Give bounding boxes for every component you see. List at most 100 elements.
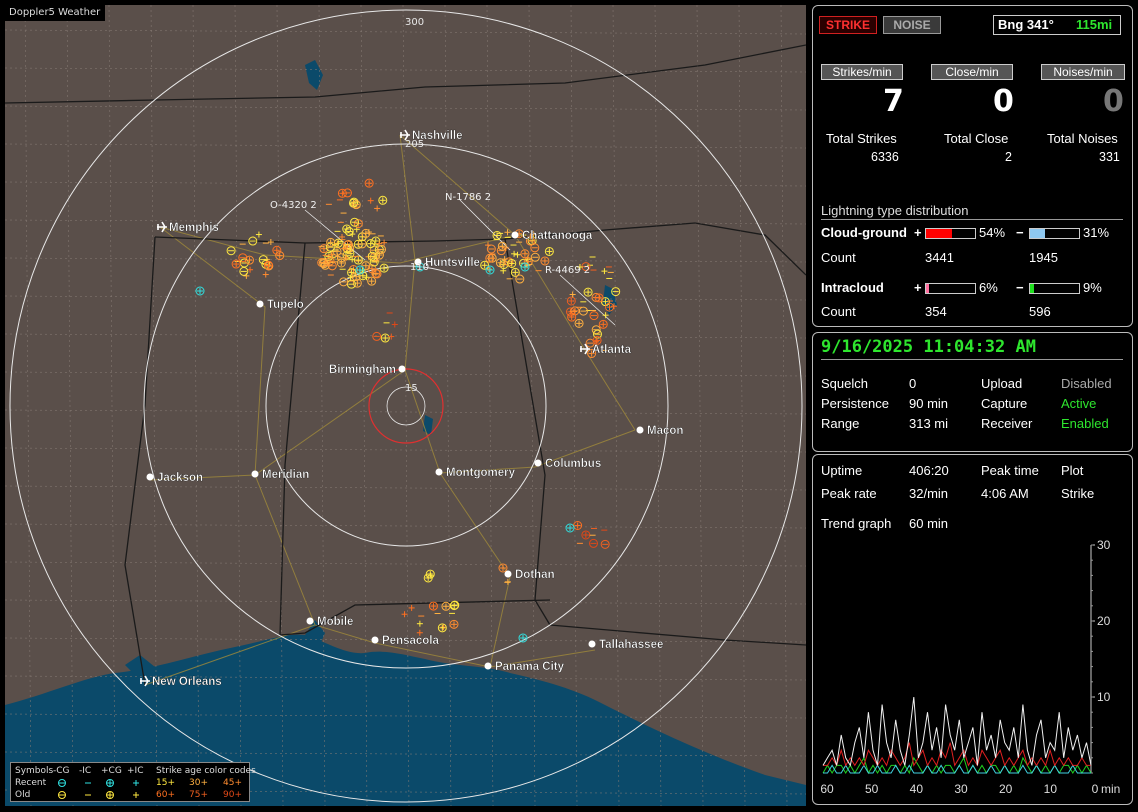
- city-dot-icon: [588, 640, 596, 648]
- bearing-readout: Bng 341° 115mi: [993, 15, 1121, 35]
- noises-per-min-button[interactable]: Noises/min: [1041, 64, 1125, 80]
- strike-marker: [600, 539, 610, 549]
- city-dot-icon: [256, 300, 264, 308]
- city-label: Chattanooga: [522, 230, 593, 242]
- strike-marker: [544, 246, 554, 256]
- strike-marker: [515, 274, 525, 284]
- storm-label: O-4320 2: [270, 200, 317, 211]
- city-marker[interactable]: Tallahassee: [588, 639, 664, 651]
- cg-positive-bar: [925, 228, 976, 239]
- app-title: Doppler5 Weather: [5, 5, 106, 21]
- city-marker[interactable]: Dothan: [504, 569, 555, 581]
- strike-marker: [367, 276, 377, 286]
- strike-marker: [485, 253, 495, 263]
- trend-x-tick-label: 10: [1044, 782, 1058, 796]
- city-marker[interactable]: Birmingham: [329, 364, 406, 376]
- strike-marker: [408, 604, 415, 611]
- strike-marker: [589, 311, 599, 321]
- city-marker[interactable]: Macon: [636, 425, 684, 437]
- strike-marker: [589, 538, 599, 548]
- strike-markers: [195, 178, 621, 643]
- strike-marker: [581, 530, 591, 540]
- city-marker[interactable]: Chattanooga: [511, 230, 593, 242]
- capture-label: Capture: [981, 396, 1028, 411]
- strike-marker: [497, 241, 507, 251]
- strike-marker: [574, 318, 584, 328]
- strike-marker: [342, 224, 352, 234]
- upload-status: Disabled: [1061, 376, 1112, 391]
- cg-minus-sign: −: [1016, 225, 1024, 240]
- strike-marker: [520, 262, 530, 272]
- strike-marker: [343, 188, 353, 198]
- ring-label: 15: [405, 383, 418, 394]
- city-label: Dothan: [515, 569, 555, 581]
- strike-marker: [355, 265, 365, 275]
- total-strikes-label: Total Strikes: [826, 131, 897, 146]
- ring-label: 300: [405, 17, 424, 28]
- trend-graph-value[interactable]: 60 min: [909, 516, 948, 531]
- lightning-map[interactable]: Nashville Memphis Chattanooga Huntsville Tup…: [5, 5, 806, 806]
- cg-plus-sign: +: [914, 225, 922, 240]
- lake: [305, 60, 323, 90]
- distribution-title: Lightning type distribution: [821, 203, 969, 218]
- strike-marker: [428, 601, 438, 611]
- plot-value[interactable]: Strike: [1061, 486, 1094, 501]
- strike-mode-button[interactable]: STRIKE: [819, 16, 877, 34]
- city-dot-icon: [398, 365, 406, 373]
- distribution-divider: [821, 219, 1123, 220]
- noise-mode-button[interactable]: NOISE: [883, 16, 941, 34]
- city-label: Tupelo: [267, 299, 304, 311]
- city-marker[interactable]: Columbus: [534, 458, 602, 470]
- close-per-min-button[interactable]: Close/min: [931, 64, 1013, 80]
- capture-status: Active: [1061, 396, 1097, 411]
- plot-label: Plot: [1061, 463, 1084, 478]
- city-label: New Orleans: [152, 676, 222, 688]
- city-marker[interactable]: Panama City: [484, 661, 565, 673]
- ic-positive-bar: [925, 283, 976, 294]
- strike-marker: [339, 277, 349, 287]
- strike-marker: [380, 333, 390, 343]
- city-label: Mobile: [317, 616, 353, 628]
- total-noises-label: Total Noises: [1047, 131, 1118, 146]
- city-marker[interactable]: Pensacola: [371, 635, 440, 647]
- city-labels: NashvilleMemphisChattanoogaHuntsvilleTup…: [140, 129, 684, 688]
- city-dot-icon: [511, 231, 519, 239]
- trend-panel: Uptime 406:20 Peak time Plot Peak rate 3…: [812, 454, 1133, 805]
- city-marker[interactable]: New Orleans: [140, 675, 222, 688]
- city-label: Pensacola: [382, 635, 439, 647]
- strike-marker: [498, 563, 508, 573]
- peak-time-label: Peak time: [981, 463, 1039, 478]
- strike-marker: [594, 293, 604, 303]
- strike-marker: [480, 260, 490, 270]
- strikes-per-min-button[interactable]: Strikes/min: [821, 64, 903, 80]
- symbol-legend: Symbols -CG -IC +CG +IC Strike age color…: [10, 762, 256, 802]
- close-per-min-value: 0: [993, 84, 1014, 119]
- strike-marker: [391, 321, 398, 328]
- distance-value: 115mi: [1076, 17, 1113, 32]
- trend-x-tick-label: 40: [910, 782, 924, 796]
- ic-negative-count: 596: [1029, 304, 1051, 319]
- trend-line-cyan: [823, 764, 1091, 774]
- strike-marker: [441, 601, 451, 611]
- city-label: Montgomery: [446, 467, 516, 479]
- receiver-status: Enabled: [1061, 416, 1109, 431]
- strike-marker: [267, 239, 274, 246]
- strike-marker: [520, 249, 530, 259]
- city-dot-icon: [534, 459, 542, 467]
- ring-label: 110: [410, 262, 429, 273]
- ic-negative-percent: 9%: [1083, 280, 1102, 295]
- total-noises-value: 331: [1099, 150, 1120, 164]
- city-label: Huntsville: [425, 257, 480, 269]
- trend-graph: 30 20 10 60 50 40 30 20 10 0 min: [820, 539, 1120, 796]
- map-canvas: NashvilleMemphisChattanoogaHuntsvilleTup…: [5, 5, 806, 806]
- city-dot-icon: [504, 570, 512, 578]
- strike-marker: [239, 266, 249, 276]
- city-label: Tallahassee: [599, 639, 663, 651]
- city-dot-icon: [636, 426, 644, 434]
- city-marker[interactable]: Tupelo: [256, 299, 304, 311]
- city-dot-icon: [146, 473, 154, 481]
- city-marker[interactable]: Montgomery: [435, 467, 516, 479]
- persistence-label: Persistence: [821, 396, 889, 411]
- range-label: Range: [821, 416, 860, 431]
- strike-marker: [367, 197, 374, 204]
